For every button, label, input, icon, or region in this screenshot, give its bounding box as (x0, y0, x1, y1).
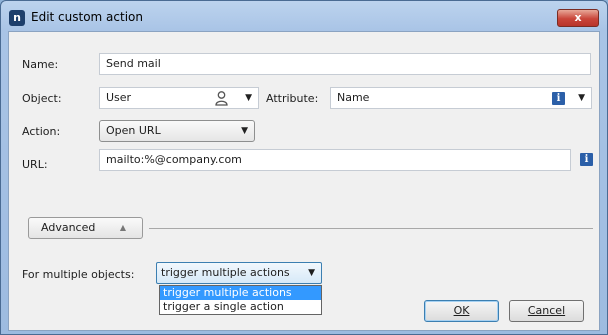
attribute-value: Name (337, 91, 370, 104)
object-value: User (106, 91, 132, 104)
multiple-objects-value: trigger multiple actions (161, 266, 290, 279)
chevron-down-icon: ▼ (241, 126, 248, 136)
info-icon[interactable]: i (580, 153, 593, 166)
dropdown-option[interactable]: trigger multiple actions (160, 286, 321, 300)
object-select[interactable]: User ▼ (99, 87, 259, 109)
user-icon (215, 91, 228, 106)
advanced-divider (149, 228, 593, 229)
chevron-down-icon: ▼ (308, 268, 315, 278)
title-bar: n Edit custom action x (1, 1, 607, 31)
name-label: Name: (22, 58, 59, 71)
action-label: Action: (22, 125, 61, 138)
action-select[interactable]: Open URL ▼ (99, 120, 255, 142)
advanced-label: Advanced (41, 221, 96, 234)
dialog-window: n Edit custom action x Name: Send mail O… (0, 0, 608, 335)
name-field[interactable]: Send mail (99, 53, 591, 75)
ok-button[interactable]: OK (424, 300, 499, 322)
dropdown-option[interactable]: trigger a single action (160, 300, 321, 314)
dialog-body: Name: Send mail Object: User ▼ Attribute… (8, 31, 600, 331)
cancel-button[interactable]: Cancel (509, 300, 584, 322)
advanced-toggle-button[interactable]: Advanced ▲ (28, 217, 143, 239)
chevron-down-icon: ▼ (245, 93, 252, 103)
multiple-objects-select[interactable]: trigger multiple actions ▼ (156, 262, 322, 284)
attribute-select[interactable]: Name i ▼ (330, 87, 592, 109)
app-icon: n (9, 10, 25, 26)
action-value: Open URL (106, 124, 161, 137)
window-title: Edit custom action (31, 10, 143, 24)
chevron-up-icon: ▲ (119, 223, 126, 232)
multiple-objects-dropdown: trigger multiple actions trigger a singl… (159, 285, 322, 315)
close-button[interactable]: x (557, 9, 599, 27)
url-label: URL: (22, 158, 48, 171)
attribute-label: Attribute: (266, 92, 319, 105)
multiple-objects-label: For multiple objects: (22, 268, 135, 281)
chevron-down-icon: ▼ (578, 93, 585, 103)
ok-button-label: OK (453, 304, 470, 317)
url-field[interactable]: mailto:%@company.com (99, 149, 571, 171)
object-label: Object: (22, 92, 62, 105)
info-icon[interactable]: i (552, 92, 565, 105)
cancel-button-label: Cancel (527, 304, 566, 317)
